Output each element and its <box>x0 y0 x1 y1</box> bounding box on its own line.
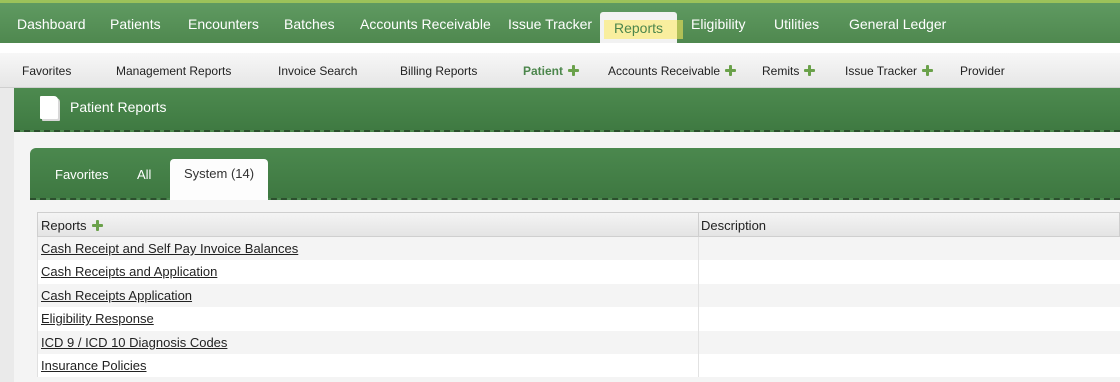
column-header-reports-label: Reports <box>41 218 87 233</box>
nav-item-reports[interactable]: Reports <box>600 12 684 43</box>
report-link[interactable]: ICD 9 / ICD 10 Diagnosis Codes <box>41 331 227 354</box>
table-row: Cash Receipts Application <box>37 283 1120 308</box>
subnav-item-accounts-receivable-label: Accounts Receivable <box>608 64 721 78</box>
column-divider <box>698 213 699 238</box>
left-margin <box>0 88 14 382</box>
subnav-item-favorites[interactable]: Favorites <box>22 53 71 88</box>
table-row: Eligibility Response <box>37 307 1120 331</box>
subnav-item-issue-tracker-label: Issue Tracker <box>845 64 918 78</box>
tab-favorites[interactable]: Favorites <box>55 148 108 200</box>
report-link[interactable]: Cash Receipts Application <box>41 284 192 307</box>
table-row: Cash Receipts and Application <box>37 260 1120 284</box>
sub-navigation: Favorites Management Reports Invoice Sea… <box>0 53 1120 88</box>
subnav-item-issue-tracker[interactable]: Issue Tracker <box>845 53 934 88</box>
description-cell <box>698 260 699 284</box>
subnav-item-patient-label: Patient <box>523 64 564 78</box>
plus-icon <box>922 65 934 76</box>
subnav-item-patient[interactable]: Patient <box>523 53 580 88</box>
subnav-item-invoice-search[interactable]: Invoice Search <box>278 53 357 88</box>
subnav-item-accounts-receivable[interactable]: Accounts Receivable <box>608 53 737 88</box>
subnav-item-billing-reports[interactable]: Billing Reports <box>400 53 477 88</box>
nav-item-reports-label: Reports <box>614 20 664 36</box>
description-cell <box>698 307 699 331</box>
description-cell <box>698 330 699 354</box>
column-header-description[interactable]: Description <box>701 213 766 238</box>
nav-item-general-ledger[interactable]: General Ledger <box>849 3 946 43</box>
table-row: Insurance Policies <box>37 353 1120 378</box>
report-tabs: Favorites All System (14) <box>30 148 1120 200</box>
subnav-item-provider[interactable]: Provider <box>960 53 1005 88</box>
document-icon <box>40 96 58 119</box>
table-body: Cash Receipt and Self Pay Invoice Balanc… <box>37 237 1120 378</box>
report-link[interactable]: Insurance Policies <box>41 354 147 377</box>
table-row: Cash Receipt and Self Pay Invoice Balanc… <box>37 237 1120 261</box>
subnav-item-management-reports[interactable]: Management Reports <box>116 53 231 88</box>
description-cell <box>698 353 699 378</box>
nav-item-issue-tracker[interactable]: Issue Tracker <box>508 3 592 43</box>
nav-item-encounters[interactable]: Encounters <box>188 3 259 43</box>
top-navigation: Dashboard Patients Encounters Batches Ac… <box>0 0 1120 43</box>
plus-icon[interactable] <box>91 220 103 231</box>
tab-system[interactable]: System (14) <box>170 159 269 200</box>
nav-item-patients[interactable]: Patients <box>110 3 161 43</box>
nav-item-batches[interactable]: Batches <box>284 3 335 43</box>
nav-item-utilities[interactable]: Utilities <box>774 3 819 43</box>
description-cell <box>698 237 699 261</box>
nav-item-eligibility[interactable]: Eligibility <box>691 3 745 43</box>
column-header-reports[interactable]: Reports <box>41 213 103 238</box>
report-link[interactable]: Cash Receipts and Application <box>41 260 217 283</box>
nav-item-accounts-receivable[interactable]: Accounts Receivable <box>360 3 491 43</box>
tab-all[interactable]: All <box>137 148 151 200</box>
subnav-item-remits[interactable]: Remits <box>762 53 816 88</box>
plus-icon <box>804 65 816 76</box>
report-link[interactable]: Cash Receipt and Self Pay Invoice Balanc… <box>41 237 298 260</box>
description-cell <box>698 283 699 308</box>
panel-title: Patient Reports <box>70 99 167 115</box>
report-link[interactable]: Eligibility Response <box>41 307 154 330</box>
table-row: ICD 9 / ICD 10 Diagnosis Codes <box>37 330 1120 354</box>
panel-header: Patient Reports <box>14 88 1120 132</box>
table-header: Reports Description <box>37 212 1120 238</box>
subnav-item-remits-label: Remits <box>762 64 800 78</box>
plus-icon <box>725 65 737 76</box>
nav-item-dashboard[interactable]: Dashboard <box>17 3 86 43</box>
reports-table: Reports Description Cash Receipt and Sel… <box>37 212 1120 378</box>
plus-icon <box>568 65 580 76</box>
